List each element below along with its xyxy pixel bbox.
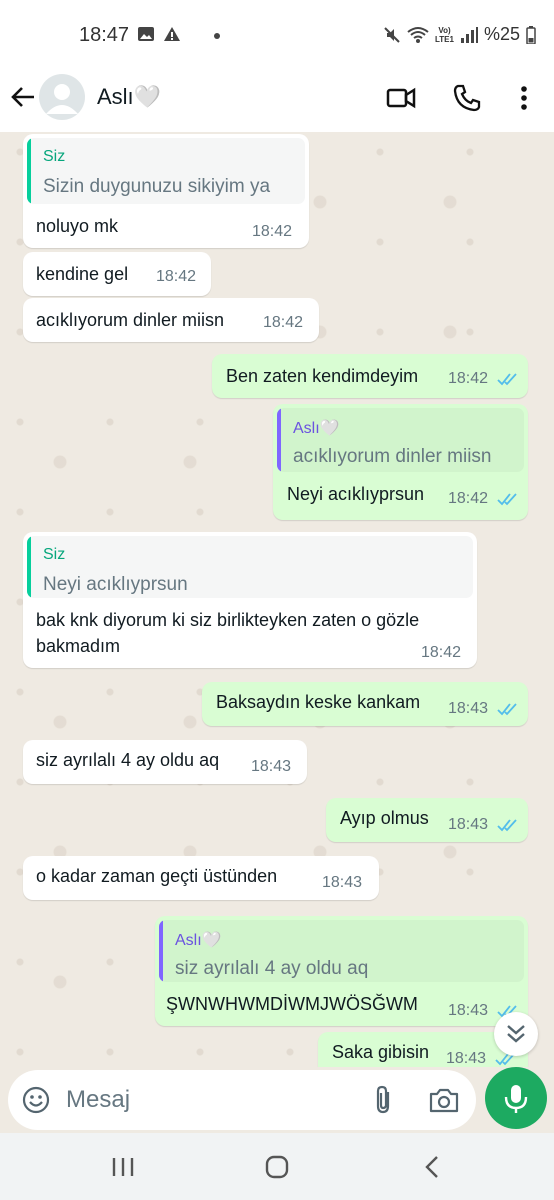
back-arrow-icon[interactable]: [8, 82, 38, 112]
camera-icon[interactable]: [428, 1086, 460, 1114]
wifi-icon: [407, 26, 429, 43]
battery-icon: [526, 25, 536, 44]
status-time: 18:47: [79, 24, 130, 46]
message-time: 18:42: [263, 314, 304, 331]
quoted-message[interactable]: Aslı🤍 acıklıyorum dinler miisn: [277, 408, 524, 472]
message-input-container[interactable]: Mesaj: [8, 1070, 476, 1130]
message-text: Ayıp olmus: [340, 808, 429, 828]
signal-icon: [460, 26, 478, 43]
message-incoming[interactable]: o kadar zaman geçti üstünden 18:43: [23, 856, 379, 900]
message-time: 18:43: [448, 816, 489, 833]
voice-message-button[interactable]: [485, 1067, 547, 1129]
message-incoming[interactable]: kendine gel 18:42: [23, 252, 211, 296]
contact-name[interactable]: Aslı🤍: [97, 84, 161, 110]
message-time: 18:43: [448, 700, 489, 717]
message-incoming[interactable]: Siz Sizin duygunuzu sikiyim ya noluyo mk…: [23, 134, 309, 248]
message-input[interactable]: Mesaj: [66, 1086, 130, 1114]
quote-sender: Siz: [43, 546, 66, 563]
message-outgoing[interactable]: Aslı🤍 acıklıyorum dinler miisn Neyi acık…: [273, 404, 528, 520]
home-icon[interactable]: [262, 1153, 292, 1181]
message-time: 18:43: [448, 1002, 489, 1019]
message-text: Saka gibisin: [332, 1042, 430, 1062]
message-text: noluyo mk: [36, 216, 119, 236]
message-outgoing[interactable]: Baksaydın keske kankam 18:43: [202, 682, 528, 726]
message-text: acıklıyorum dinler miisn: [36, 310, 225, 330]
read-ticks-icon: [497, 373, 517, 386]
message-text-line: bak knk diyorum ki siz birlikteyken zate…: [36, 610, 420, 630]
message-text: o kadar zaman geçti üstünden: [36, 866, 278, 886]
message-outgoing[interactable]: Ayıp olmus 18:43: [326, 798, 528, 842]
message-time: 18:42: [448, 370, 489, 387]
quote-sender: Aslı🤍: [175, 932, 222, 949]
gallery-notification-icon: [138, 27, 154, 41]
scroll-to-bottom-button[interactable]: [494, 1012, 538, 1056]
default-avatar-icon: [46, 84, 78, 114]
message-time: 18:43: [322, 874, 363, 891]
message-composer: Mesaj: [0, 1067, 554, 1133]
battery-percent: %25: [483, 24, 520, 44]
message-text: Ben zaten kendimdeyim: [226, 366, 419, 386]
system-nav-bar: [0, 1133, 554, 1200]
quote-text: siz ayrılalı 4 ay oldu aq: [175, 958, 369, 979]
quote-text: Sizin duygunuzu sikiyim ya: [43, 176, 271, 197]
quoted-message[interactable]: Siz Sizin duygunuzu sikiyim ya: [27, 138, 305, 204]
read-ticks-icon: [497, 703, 517, 716]
message-text-line: bakmadım: [36, 636, 121, 656]
message-time: 18:42: [421, 644, 462, 661]
chat-header: Aslı🤍: [0, 70, 554, 132]
more-notifications-dot: [214, 33, 220, 39]
more-vert-icon[interactable]: [508, 82, 540, 114]
message-text: ŞWNWHWMDİWMJWÖSĞWM: [166, 994, 418, 1014]
message-incoming[interactable]: Siz Neyi acıklıyprsun bak knk diyorum ki…: [23, 532, 477, 668]
quote-sender: Siz: [43, 148, 66, 165]
mute-icon: [384, 26, 400, 43]
message-time: 18:42: [252, 223, 293, 240]
volte-indicator: Vo) LTE1: [435, 25, 454, 44]
back-nav-icon[interactable]: [418, 1153, 448, 1181]
phone-icon[interactable]: [451, 82, 483, 114]
recent-apps-icon[interactable]: [108, 1153, 138, 1181]
message-incoming[interactable]: siz ayrılalı 4 ay oldu aq 18:43: [23, 740, 307, 784]
emoji-icon[interactable]: [22, 1086, 50, 1114]
quote-text: Neyi acıklıyprsun: [43, 574, 188, 595]
attach-icon[interactable]: [370, 1084, 398, 1116]
quote-sender: Aslı🤍: [293, 420, 340, 437]
mic-icon: [504, 1085, 528, 1113]
warning-notification-icon: [164, 27, 180, 41]
quoted-message[interactable]: Aslı🤍 siz ayrılalı 4 ay oldu aq: [159, 920, 524, 982]
message-text: siz ayrılalı 4 ay oldu aq: [36, 750, 220, 770]
message-outgoing[interactable]: Aslı🤍 siz ayrılalı 4 ay oldu aq ŞWNWHWMD…: [155, 916, 528, 1026]
message-text: kendine gel: [36, 264, 129, 284]
message-time: 18:42: [448, 490, 489, 507]
message-time: 18:43: [446, 1050, 487, 1067]
double-chevron-down-icon: [507, 1025, 525, 1043]
status-bar: 18:47 Vo) LTE1 %25: [0, 0, 554, 70]
message-outgoing[interactable]: Ben zaten kendimdeyim 18:42: [212, 354, 528, 398]
chat-area[interactable]: Siz Sizin duygunuzu sikiyim ya noluyo mk…: [0, 132, 554, 1067]
read-ticks-icon: [497, 819, 517, 832]
read-ticks-icon: [497, 493, 517, 506]
message-incoming[interactable]: acıklıyorum dinler miisn 18:42: [23, 298, 319, 342]
quoted-message[interactable]: Siz Neyi acıklıyprsun: [27, 536, 473, 598]
message-text: Baksaydın keske kankam: [216, 692, 421, 712]
status-right-icons: Vo) LTE1 %25: [383, 24, 536, 45]
quote-text: acıklıyorum dinler miisn: [293, 446, 492, 467]
avatar[interactable]: [39, 74, 85, 120]
status-notification-icons: [137, 26, 181, 42]
message-time: 18:43: [251, 758, 292, 775]
message-time: 18:42: [156, 268, 197, 285]
video-call-icon[interactable]: [385, 82, 417, 114]
message-text: Neyi acıklıyprsun: [287, 484, 425, 504]
